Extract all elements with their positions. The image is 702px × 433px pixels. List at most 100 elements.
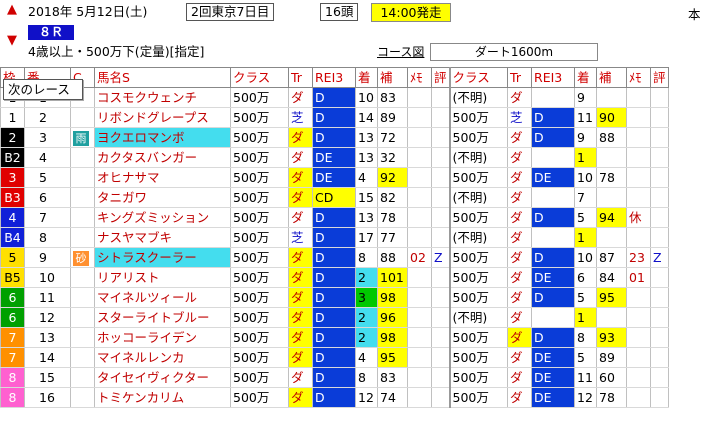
table-row[interactable]: 6 12 スターライトブルー 500万ダ D 2 96 (不明) ダ 1 bbox=[0, 307, 670, 328]
rei3-1: D bbox=[312, 87, 356, 108]
horse-number: 6 bbox=[24, 187, 71, 208]
table-row[interactable]: 7 13 ホッコーライデン 500万ダ D 2 98 500万ダ D 8 93 bbox=[0, 327, 670, 348]
horse-name[interactable]: オヒナサマ bbox=[94, 167, 231, 188]
horse-name[interactable]: タニガワ bbox=[94, 187, 231, 208]
track-2: ダ bbox=[507, 347, 533, 368]
class-1: 500万 bbox=[230, 227, 289, 248]
frame-number: 3 bbox=[0, 167, 25, 188]
rei3-2: DE bbox=[531, 347, 576, 368]
frame-number: B2 bbox=[0, 147, 25, 168]
table-row[interactable]: B3 6 タニガワ 500万ダ CD 15 82 (不明) ダ 7 bbox=[0, 187, 670, 208]
table-row[interactable]: 7 14 マイネルレンカ 500万ダ D 4 95 500万ダ DE 5 89 bbox=[0, 347, 670, 368]
finish-1: 12 bbox=[355, 387, 378, 408]
table-row[interactable]: 2 3 雨ヨクエロマンボ 500万ダ D 13 72 500万ダ D 9 88 bbox=[0, 127, 670, 148]
memo-2 bbox=[626, 87, 652, 108]
rei3-1: D bbox=[312, 327, 356, 348]
horse-name[interactable]: ナスヤマブキ bbox=[94, 227, 231, 248]
table-row[interactable]: 4 7 キングズミッション 500万ダ D 13 78 500万ダ D 5 94 休 bbox=[0, 207, 670, 228]
condition-mark bbox=[70, 267, 95, 288]
condition-mark bbox=[70, 307, 95, 328]
table-row[interactable]: 6 11 マイネルツィール 500万ダ D 3 98 500万ダ D 5 95 bbox=[0, 287, 670, 308]
ho-value-2: 60 bbox=[596, 367, 628, 388]
horse-name[interactable]: カクタスバンガー bbox=[94, 147, 231, 168]
rei3-1: D bbox=[312, 207, 356, 228]
horse-name[interactable]: リボンドグレープス bbox=[94, 107, 231, 128]
ho-value-1: 98 bbox=[377, 327, 408, 348]
rating-2 bbox=[650, 87, 670, 108]
next-race-arrow-icon[interactable]: ▼ bbox=[5, 33, 19, 49]
frame-number: 8 bbox=[0, 387, 25, 408]
horse-number: 10 bbox=[24, 267, 71, 288]
horse-name[interactable]: コスモクウェンチ bbox=[94, 87, 231, 108]
finish-2: 1 bbox=[574, 227, 598, 248]
cut-label: 本 bbox=[688, 7, 701, 22]
table-row[interactable]: B4 8 ナスヤマブキ 500万芝 D 17 77 (不明) ダ 1 bbox=[0, 227, 670, 248]
table-row[interactable]: 3 5 オヒナサマ 500万ダ DE 4 92 500万ダ DE 10 78 bbox=[0, 167, 670, 188]
table-row[interactable]: 11コスモクウェンチ500万ダD1083(不明)ダ9 bbox=[0, 87, 670, 108]
frame-number: 5 bbox=[0, 247, 25, 268]
memo-2: 23 bbox=[626, 247, 652, 268]
class-1: 500万 bbox=[230, 107, 289, 128]
track-2: ダ bbox=[507, 367, 533, 388]
table-row[interactable]: 8 16 トミケンカリム 500万ダ D 12 74 500万ダ DE 12 78 bbox=[0, 387, 670, 408]
table-row[interactable]: B2 4 カクタスバンガー 500万ダ DE 13 32 (不明) ダ 1 bbox=[0, 147, 670, 168]
horse-name[interactable]: キングズミッション bbox=[94, 207, 231, 228]
track-1: ダ bbox=[288, 167, 313, 188]
ho-value-2: 90 bbox=[596, 107, 628, 128]
table-row[interactable]: B5 10 リアリスト 500万ダ D 2 101 500万ダ DE 6 84 01 bbox=[0, 267, 670, 288]
rating-2 bbox=[650, 187, 670, 208]
race-number-badge: ８Ｒ bbox=[28, 25, 74, 40]
table-row[interactable]: 8 15 タイセイヴィクター 500万ダ D 8 83 500万ダ DE 11 60 bbox=[0, 367, 670, 388]
header-rei3-1: REI3 bbox=[312, 67, 356, 88]
horse-name[interactable]: シトラスクーラー bbox=[94, 247, 231, 268]
horse-number: 11 bbox=[24, 287, 71, 308]
track-1: ダ bbox=[288, 267, 313, 288]
prev-race-arrow-icon[interactable]: ▲ bbox=[5, 2, 19, 18]
next-race-tooltip: 次のレース bbox=[3, 79, 83, 100]
table-row[interactable]: 5 9 砂シトラスクーラー 500万ダ D 8 88 02 Z 500万ダ D 10 87 23 Z bbox=[0, 247, 670, 268]
horse-number: 4 bbox=[24, 147, 71, 168]
race-date: 2018年 5月12日(土) bbox=[28, 4, 148, 19]
horse-name[interactable]: スターライトブルー bbox=[94, 307, 231, 328]
rei3-2 bbox=[531, 187, 576, 208]
rating-2: Z bbox=[650, 247, 670, 268]
rating-1 bbox=[430, 347, 451, 368]
horse-name[interactable]: マイネルツィール bbox=[94, 287, 231, 308]
rei3-1: D bbox=[312, 127, 356, 148]
horse-number: 5 bbox=[24, 167, 71, 188]
track-2: ダ bbox=[507, 307, 533, 328]
class-2: (不明) bbox=[448, 147, 509, 168]
horse-name[interactable]: ヨクエロマンボ bbox=[94, 127, 231, 148]
memo-2 bbox=[626, 387, 652, 408]
condition-mark bbox=[70, 347, 95, 368]
header-horse-name[interactable]: 馬名S bbox=[94, 67, 231, 88]
ho-value-1: 96 bbox=[377, 307, 408, 328]
horse-name[interactable]: リアリスト bbox=[94, 267, 231, 288]
horse-number: 9 bbox=[24, 247, 71, 268]
track-1: ダ bbox=[288, 147, 313, 168]
frame-number: 7 bbox=[0, 347, 25, 368]
finish-2: 5 bbox=[574, 287, 598, 308]
track-2: ダ bbox=[507, 387, 533, 408]
finish-2: 5 bbox=[574, 347, 598, 368]
memo-2 bbox=[626, 367, 652, 388]
rei3-1: D bbox=[312, 107, 356, 128]
table-row[interactable]: 1 2 リボンドグレープス 500万芝 D 14 89 500万芝 D 11 90 bbox=[0, 107, 670, 128]
ho-value-1: 77 bbox=[377, 227, 408, 248]
header-hyo-1: 評 bbox=[430, 67, 451, 88]
course-map-link[interactable]: コース図 bbox=[377, 44, 424, 60]
header-memo-2: ﾒﾓ bbox=[626, 67, 652, 88]
rei3-1: D bbox=[312, 387, 356, 408]
rating-2 bbox=[650, 107, 670, 128]
table-header: 枠番 C 馬名S クラス Tr REI3 着補ﾒﾓ評クラス Tr REI3 着補ﾒﾓ評 bbox=[0, 67, 670, 88]
horse-name[interactable]: マイネルレンカ bbox=[94, 347, 231, 368]
rating-1 bbox=[430, 367, 451, 388]
ho-value-1: 83 bbox=[377, 367, 408, 388]
rating-1 bbox=[430, 307, 451, 328]
horse-name[interactable]: ホッコーライデン bbox=[94, 327, 231, 348]
horse-name[interactable]: タイセイヴィクター bbox=[94, 367, 231, 388]
track-1: ダ bbox=[288, 327, 313, 348]
rei3-2 bbox=[531, 87, 576, 108]
horse-name[interactable]: トミケンカリム bbox=[94, 387, 231, 408]
rei3-1: D bbox=[312, 247, 356, 268]
